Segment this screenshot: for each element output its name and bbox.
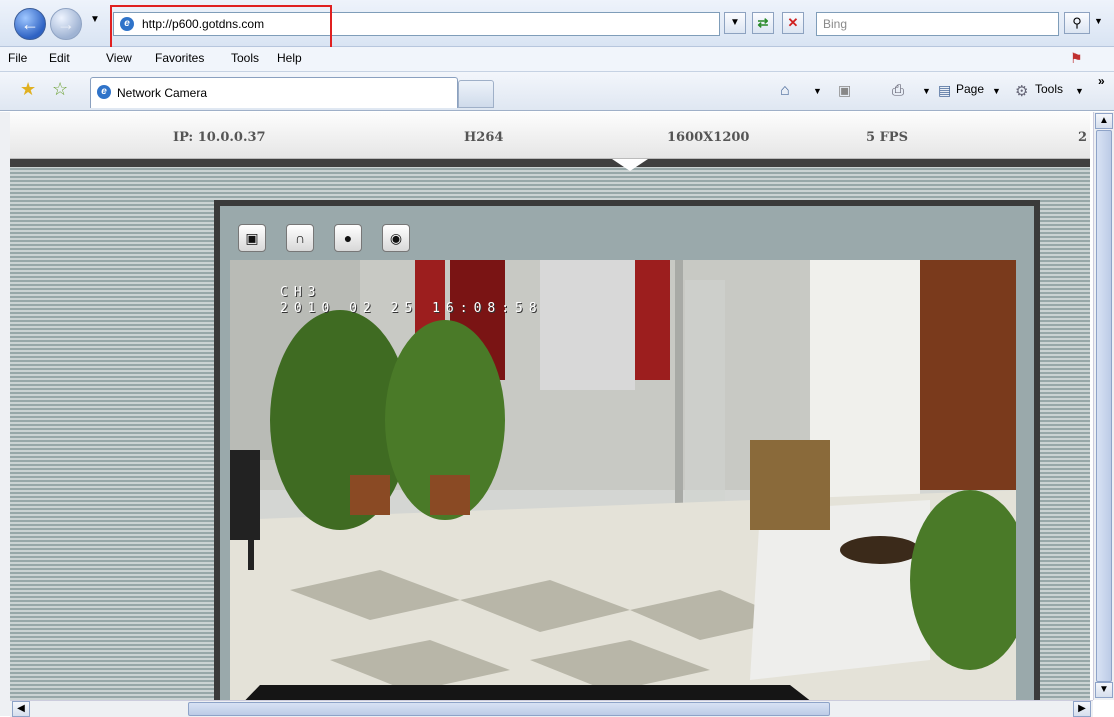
back-arrow-icon[interactable]: ← <box>14 8 46 40</box>
scroll-down-icon[interactable]: ▼ <box>1095 682 1113 698</box>
page-dropdown-icon[interactable]: ▼ <box>992 86 1001 96</box>
snapshot-icon[interactable]: ◉ <box>382 224 410 252</box>
feeds-icon[interactable]: ▣ <box>838 82 851 99</box>
search-icon[interactable]: ⚲ <box>1064 12 1090 34</box>
horizontal-scroll-thumb[interactable] <box>188 702 830 716</box>
history-dropdown-icon[interactable]: ▼ <box>90 14 100 25</box>
scroll-left-icon[interactable]: ◀ <box>12 701 30 717</box>
translate-icon[interactable]: ⚑ <box>1070 50 1083 67</box>
stop-icon[interactable]: ✕ <box>782 12 804 34</box>
fullscreen-icon[interactable]: ▣ <box>238 224 266 252</box>
vertical-scroll-thumb[interactable] <box>1096 130 1112 682</box>
info-divider <box>10 159 1090 167</box>
menu-view[interactable]: View <box>106 51 132 65</box>
osd-timestamp: 2010 02 25 16:08:58 <box>280 301 543 316</box>
print-dropdown-icon[interactable]: ▼ <box>922 86 931 96</box>
favorites-star-icon[interactable]: ★ <box>20 79 36 100</box>
scroll-right-icon[interactable]: ▶ <box>1073 701 1091 717</box>
search-input[interactable]: Bing <box>816 12 1059 36</box>
camera-info-bar: IP: 10.0.0.37 H264 1600X1200 5 FPS 2 <box>10 112 1090 159</box>
menu-edit[interactable]: Edit <box>49 51 70 65</box>
ie-tab-icon: e <box>97 85 111 99</box>
print-icon[interactable]: ⎙ <box>892 82 904 99</box>
page-icon: ▤ <box>938 82 952 98</box>
menu-favorites[interactable]: Favorites <box>155 51 204 65</box>
home-icon[interactable]: ⌂ <box>780 82 790 100</box>
info-extra: 2 <box>1078 130 1088 145</box>
add-favorite-icon[interactable]: ☆ <box>52 79 68 100</box>
ip-address: IP: 10.0.0.37 <box>173 130 266 145</box>
gear-icon: ⚙ <box>1015 83 1029 100</box>
search-options-icon[interactable]: ▼ <box>1094 16 1103 26</box>
menu-file[interactable]: File <box>8 51 27 65</box>
audio-icon[interactable]: ∩ <box>286 224 314 252</box>
codec-label: H264 <box>464 130 504 145</box>
new-tab-button[interactable] <box>458 80 494 108</box>
camera-scene <box>230 260 1016 700</box>
video-viewer: ▣ ∩ ● ◉ CH3 2010 02 25 16:08:58 <box>214 200 1040 700</box>
menu-help[interactable]: Help <box>277 51 302 65</box>
chevron-more-icon[interactable]: » <box>1098 74 1105 88</box>
menu-tools[interactable]: Tools <box>231 51 259 65</box>
osd-channel: CH3 <box>280 285 322 300</box>
tab-network-camera[interactable]: e Network Camera <box>90 77 458 108</box>
record-icon[interactable]: ● <box>334 224 362 252</box>
page-menu[interactable]: Page <box>956 82 984 96</box>
tools-dropdown-icon[interactable]: ▼ <box>1075 86 1084 96</box>
fps-label: 5 FPS <box>866 130 908 145</box>
tab-title: Network Camera <box>117 86 208 100</box>
tools-menu[interactable]: Tools <box>1035 82 1063 96</box>
camera-feed: CH3 2010 02 25 16:08:58 <box>230 260 1016 700</box>
scroll-up-icon[interactable]: ▲ <box>1095 113 1113 129</box>
address-dropdown-icon[interactable]: ▼ <box>724 12 746 34</box>
menu-bar: File Edit View Favorites Tools Help ⚑ <box>0 47 1114 72</box>
refresh-icon[interactable]: ⇄ <box>752 12 774 34</box>
camera-page: IP: 10.0.0.37 H264 1600X1200 5 FPS 2 ▣ ∩… <box>10 112 1090 700</box>
home-dropdown-icon[interactable]: ▼ <box>813 86 822 96</box>
collapse-caret-icon[interactable] <box>612 159 648 171</box>
forward-arrow-icon[interactable]: → <box>50 8 82 40</box>
resolution-label: 1600X1200 <box>667 130 750 145</box>
